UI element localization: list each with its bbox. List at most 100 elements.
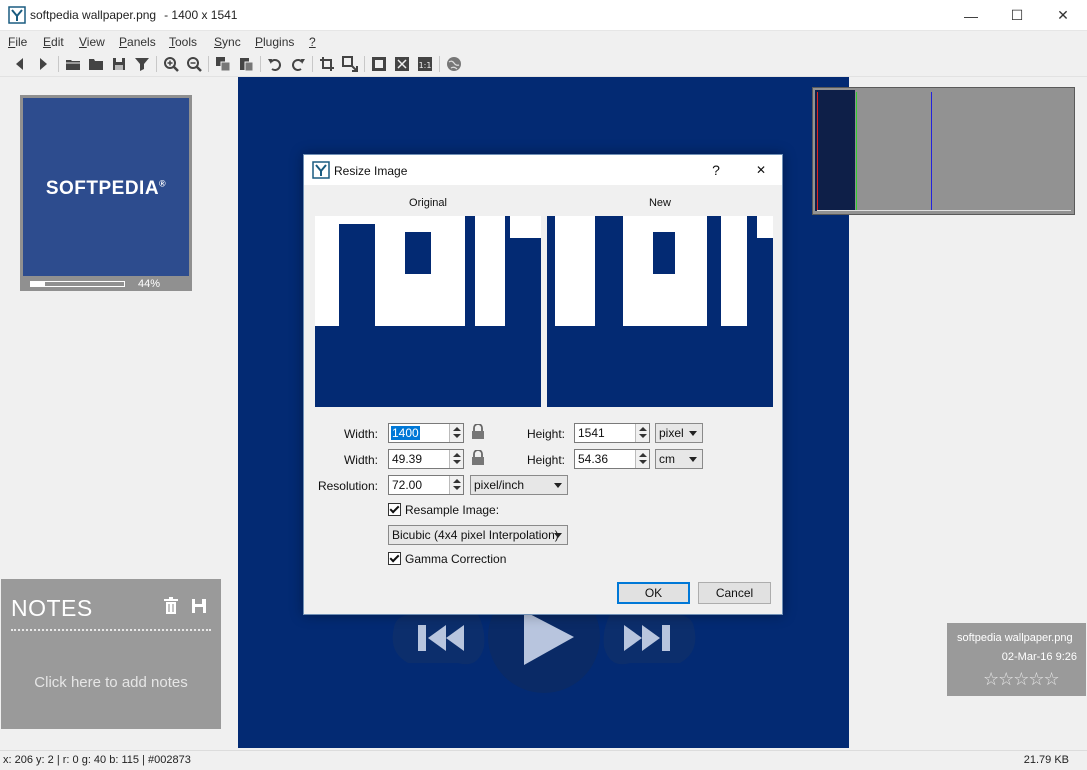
menu-panels[interactable]: Panels	[119, 35, 156, 49]
actual-size-button[interactable]: 1:1	[416, 55, 434, 73]
zoom-out-button[interactable]	[185, 55, 203, 73]
height-px-input[interactable]: 1541	[574, 423, 650, 443]
window-title-dimensions: - 1400 x 1541	[164, 8, 238, 22]
minimize-icon: —	[964, 7, 978, 24]
width-px-input[interactable]: 1400	[388, 423, 464, 443]
histogram-panel	[812, 87, 1075, 215]
close-icon: ✕	[755, 163, 767, 177]
dialog-title: Resize Image	[334, 164, 408, 178]
app-logo-icon	[312, 161, 330, 179]
new-preview	[547, 216, 773, 407]
height-cm-stepper[interactable]	[635, 450, 649, 468]
pixel-unit-value: pixel	[659, 426, 684, 440]
histogram-red-line	[817, 92, 818, 210]
resize-image-dialog: Resize Image ? ✕ Original New Width: 140…	[303, 154, 783, 615]
width-px-stepper[interactable]	[449, 424, 463, 442]
pixel-unit-select[interactable]: pixel	[655, 423, 703, 443]
zoom-in-button[interactable]	[162, 55, 180, 73]
menu-tools[interactable]: Tools	[169, 35, 197, 49]
gamma-label[interactable]: Gamma Correction	[405, 552, 506, 566]
rotate-right-button[interactable]	[289, 55, 307, 73]
crop-button[interactable]	[318, 55, 336, 73]
zoom-percent: 44%	[138, 278, 161, 290]
rating-stars[interactable]: ☆☆☆☆☆	[983, 669, 1060, 690]
histogram-blue-line	[931, 92, 932, 210]
media-controls-graphic	[392, 607, 696, 693]
menu-plugins[interactable]: Plugins	[255, 35, 294, 49]
original-preview-graphic	[315, 216, 541, 326]
chevron-down-icon	[689, 431, 697, 436]
fullscreen-icon	[395, 57, 409, 71]
physical-unit-value: cm	[659, 452, 675, 466]
save-icon[interactable]	[191, 597, 207, 615]
menu-sync[interactable]: Sync	[214, 35, 241, 49]
physical-unit-select[interactable]: cm	[655, 449, 703, 469]
help-button[interactable]: ?	[706, 162, 726, 178]
toolbar-separator	[312, 56, 313, 72]
file-date: 02-Mar-16 9:26	[1001, 651, 1077, 663]
resolution-unit-select[interactable]: pixel/inch	[470, 475, 568, 495]
forward-button[interactable]	[34, 55, 52, 73]
browse-folder-button[interactable]	[87, 55, 105, 73]
width-cm-input[interactable]: 49.39	[388, 449, 464, 469]
resolution-value: 72.00	[392, 478, 423, 492]
maximize-icon: ☐	[1010, 7, 1024, 23]
status-pixel-info: x: 206 y: 2 | r: 0 g: 40 b: 115 | #00287…	[3, 754, 191, 766]
resize-button[interactable]	[341, 55, 359, 73]
resolution-unit-value: pixel/inch	[474, 478, 525, 492]
cancel-button[interactable]: Cancel	[698, 582, 771, 604]
notes-divider	[11, 629, 211, 631]
thumbnail-panel[interactable]: SOFTPEDIA® 44%	[20, 95, 192, 291]
height-cm-input[interactable]: 54.36	[574, 449, 650, 469]
open-folder-button[interactable]	[64, 55, 82, 73]
back-button[interactable]	[11, 55, 29, 73]
menu-view[interactable]: View	[79, 35, 105, 49]
minimize-button[interactable]: —	[948, 0, 994, 31]
fullscreen-button[interactable]	[393, 55, 411, 73]
filter-button[interactable]	[133, 55, 151, 73]
resolution-input[interactable]: 72.00	[388, 475, 464, 495]
resolution-stepper[interactable]	[449, 476, 463, 494]
toolbar-separator	[364, 56, 365, 72]
copy-button[interactable]	[214, 55, 232, 73]
filter-icon	[135, 58, 149, 71]
notes-input[interactable]: Click here to add notes	[1, 674, 221, 691]
width-cm-label: Width:	[343, 453, 378, 467]
svg-text:1:1: 1:1	[419, 61, 432, 70]
trash-icon[interactable]	[163, 597, 179, 615]
paste-button[interactable]	[237, 55, 255, 73]
lock-icon[interactable]	[471, 424, 485, 440]
paste-icon	[240, 58, 254, 72]
arrow-left-icon	[16, 58, 23, 70]
resample-label[interactable]: Resample Image:	[405, 503, 499, 517]
file-info-panel: softpedia wallpaper.png 02-Mar-16 9:26 ☆…	[947, 623, 1086, 696]
menu-file[interactable]: File	[8, 35, 27, 49]
width-px-value: 1400	[391, 426, 420, 440]
notes-panel: NOTES Click here to add notes	[1, 579, 221, 729]
dialog-close-button[interactable]: ✕	[744, 158, 778, 182]
height-px-stepper[interactable]	[635, 424, 649, 442]
lock-icon[interactable]	[471, 450, 485, 466]
gamma-checkbox[interactable]	[388, 552, 401, 565]
thumbnail-image: SOFTPEDIA®	[23, 98, 189, 276]
ok-button[interactable]: OK	[617, 582, 690, 604]
menu-edit[interactable]: Edit	[43, 35, 64, 49]
histogram-green-line	[856, 92, 857, 210]
width-cm-stepper[interactable]	[449, 450, 463, 468]
thumbnail-logo: SOFTPEDIA®	[45, 178, 167, 199]
file-name: softpedia wallpaper.png	[957, 632, 1073, 644]
height-cm-value: 54.36	[578, 452, 609, 466]
fit-window-button[interactable]	[370, 55, 388, 73]
web-button[interactable]	[445, 55, 463, 73]
menu-help[interactable]: ?	[309, 35, 316, 49]
maximize-button[interactable]: ☐	[994, 0, 1040, 31]
toolbar-separator	[208, 56, 209, 72]
checkmark-icon	[389, 503, 400, 514]
resample-checkbox[interactable]	[388, 503, 401, 516]
notes-title: NOTES	[11, 595, 93, 621]
rotate-left-button[interactable]	[266, 55, 284, 73]
interpolation-select[interactable]: Bicubic (4x4 pixel Interpolation)	[388, 525, 568, 545]
save-button[interactable]	[110, 55, 128, 73]
toolbar: 1:1	[0, 52, 1087, 77]
close-button[interactable]: ✕	[1040, 0, 1086, 31]
